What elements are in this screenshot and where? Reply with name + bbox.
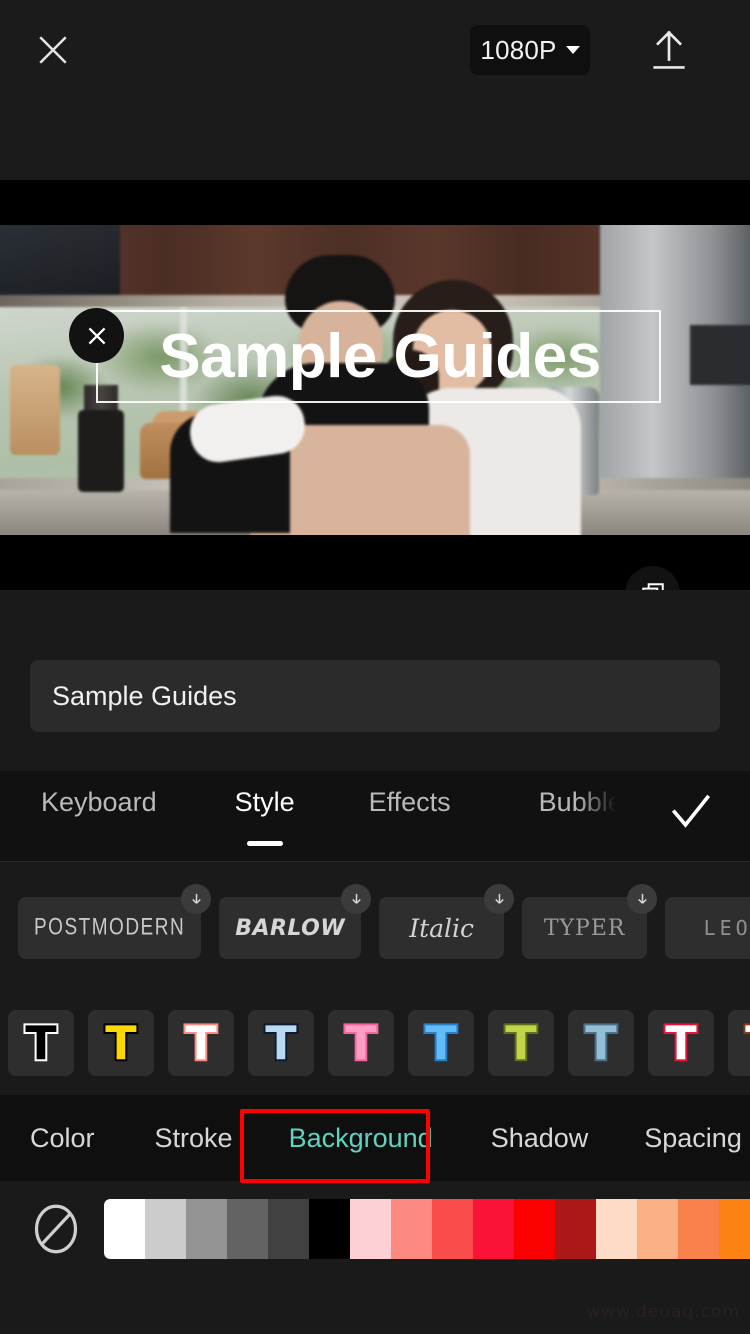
color-swatch-10[interactable]: [514, 1199, 555, 1259]
text-input-container[interactable]: [30, 660, 720, 732]
subtab-spacing[interactable]: Spacing: [644, 1123, 742, 1154]
resolution-label: 1080P: [480, 34, 557, 65]
resolution-selector[interactable]: 1080P: [470, 25, 590, 75]
subtab-background[interactable]: Background: [289, 1123, 433, 1154]
close-icon: [88, 327, 105, 344]
color-swatch-2[interactable]: [186, 1199, 227, 1259]
chevron-down-icon: [565, 46, 580, 54]
text-style-glyph: T: [503, 1016, 538, 1070]
color-swatch-12[interactable]: [596, 1199, 637, 1259]
font-chip-barlow[interactable]: BARLOW: [219, 884, 372, 959]
text-style-preset-2[interactable]: T: [168, 1010, 234, 1076]
text-style-glyph: T: [663, 1016, 698, 1070]
check-icon: [671, 794, 711, 828]
top-bar: 1080P: [0, 0, 750, 180]
color-swatch-3[interactable]: [227, 1199, 268, 1259]
tab-bubble[interactable]: Bubble: [539, 771, 623, 818]
tab-style[interactable]: Style: [235, 771, 295, 818]
subtab-color[interactable]: Color: [30, 1123, 95, 1154]
color-swatch-13[interactable]: [637, 1199, 678, 1259]
tab-keyboard[interactable]: Keyboard: [41, 771, 157, 818]
color-swatch-9[interactable]: [473, 1199, 514, 1259]
color-swatch-8[interactable]: [432, 1199, 473, 1259]
color-swatch-6[interactable]: [350, 1199, 391, 1259]
text-style-preset-1[interactable]: T: [88, 1010, 154, 1076]
text-style-glyph: T: [263, 1016, 298, 1070]
color-swatch-1[interactable]: [145, 1199, 186, 1259]
font-chip-italic[interactable]: Italic: [379, 884, 515, 959]
color-swatch-15[interactable]: [719, 1199, 750, 1259]
subtab-shadow[interactable]: Shadow: [491, 1123, 589, 1154]
upload-icon: [653, 30, 685, 69]
editor-tab-bar: Keyboard Style Effects Bubble: [0, 771, 750, 861]
font-chip-typer[interactable]: TYPER: [522, 884, 658, 959]
color-swatch-0[interactable]: [104, 1199, 145, 1259]
watermark: www.deuaq.com: [586, 1302, 740, 1322]
app-screen: 1080P Sample Guides Sample Guides Keyboa…: [0, 0, 750, 1334]
text-style-glyph: T: [583, 1016, 618, 1070]
download-icon[interactable]: [341, 884, 372, 914]
download-icon[interactable]: [484, 884, 515, 914]
text-style-preset-3[interactable]: T: [248, 1010, 314, 1076]
text-input[interactable]: [30, 660, 720, 732]
text-style-glyph: T: [103, 1016, 138, 1070]
text-editor-panel: Keyboard Style Effects Bubble POSTMODERN…: [0, 590, 750, 1334]
download-icon[interactable]: [627, 884, 658, 914]
overlay-text[interactable]: Sample Guides: [110, 318, 650, 396]
text-style-preset-6[interactable]: T: [488, 1010, 554, 1076]
video-preview-area[interactable]: Sample Guides: [0, 180, 750, 621]
color-swatch-strip[interactable]: [0, 1181, 750, 1277]
close-icon: [39, 36, 67, 64]
confirm-button[interactable]: [658, 779, 724, 845]
text-style-glyph: T: [423, 1016, 458, 1070]
color-swatch-4[interactable]: [268, 1199, 309, 1259]
font-label: BARLOW: [235, 915, 346, 941]
font-label: LEO: [703, 916, 750, 940]
text-style-glyph: T: [183, 1016, 218, 1070]
delete-text-handle[interactable]: [69, 308, 124, 363]
text-style-glyph: T: [343, 1016, 378, 1070]
tab-divider: [0, 861, 750, 862]
text-style-presets[interactable]: TTTTTTTTTT: [0, 998, 750, 1088]
font-chip-postmodern[interactable]: POSTMODERN: [18, 884, 212, 959]
close-button[interactable]: [28, 25, 78, 75]
style-subtab-bar: Color Stroke Background Shadow Spacing B…: [0, 1095, 750, 1181]
no-color-button[interactable]: [30, 1203, 82, 1255]
swatch-list[interactable]: [104, 1199, 750, 1259]
text-style-preset-9[interactable]: T: [728, 1010, 750, 1076]
font-label: POSTMODERN: [34, 914, 186, 941]
font-chip-leo[interactable]: LEO: [665, 897, 750, 959]
text-style-glyph: T: [23, 1016, 58, 1070]
download-icon[interactable]: [181, 884, 212, 914]
text-style-preset-7[interactable]: T: [568, 1010, 634, 1076]
subtab-stroke[interactable]: Stroke: [155, 1123, 233, 1154]
text-style-preset-4[interactable]: T: [328, 1010, 394, 1076]
text-style-preset-8[interactable]: T: [648, 1010, 714, 1076]
color-swatch-5[interactable]: [309, 1199, 350, 1259]
export-button[interactable]: [640, 22, 698, 78]
color-swatch-14[interactable]: [678, 1199, 719, 1259]
text-style-glyph: T: [743, 1018, 750, 1068]
color-swatch-11[interactable]: [555, 1199, 596, 1259]
color-swatch-7[interactable]: [391, 1199, 432, 1259]
font-label: TYPER: [543, 915, 626, 941]
tab-effects[interactable]: Effects: [369, 771, 451, 818]
text-style-preset-5[interactable]: T: [408, 1010, 474, 1076]
font-label: Italic: [409, 913, 475, 943]
text-style-preset-0[interactable]: T: [8, 1010, 74, 1076]
no-color-icon: [34, 1204, 78, 1254]
font-list[interactable]: POSTMODERN BARLOW Italic TYPER LEO: [0, 875, 750, 980]
